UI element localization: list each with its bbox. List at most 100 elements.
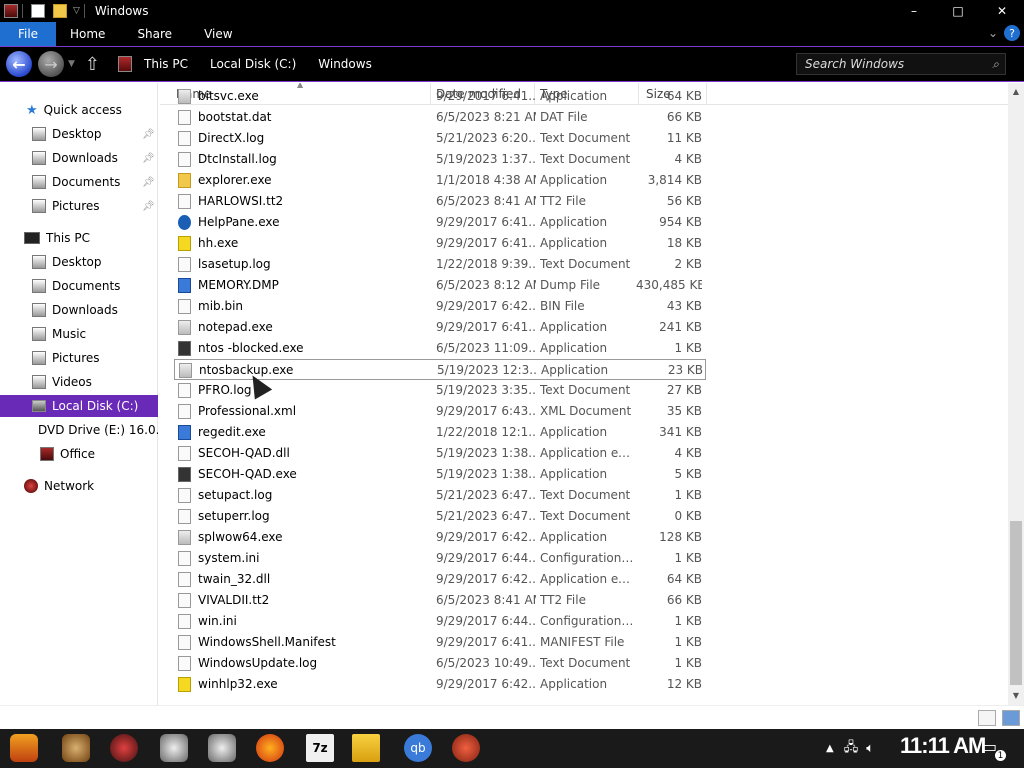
file-date: 9/29/2017 6:41... <box>436 320 536 334</box>
minimize-button[interactable]: – <box>892 0 936 22</box>
table-row[interactable]: setupact.log 5/21/2023 6:47... Text Docume… <box>174 485 706 506</box>
back-button[interactable]: ← <box>6 51 32 77</box>
table-row[interactable]: DtcInstall.log 5/19/2023 1:37... Text Docu… <box>174 149 706 170</box>
nav-office[interactable]: Office <box>40 443 95 465</box>
recent-locations-dropdown-icon[interactable]: ▼ <box>68 59 75 69</box>
table-row[interactable]: VIVALDII.tt2 6/5/2023 8:41 AM TT2 File 66 K… <box>174 590 706 611</box>
table-row[interactable]: win.ini 9/29/2017 6:44... Configuration se… <box>174 611 706 632</box>
file-size: 64 KB <box>666 89 702 103</box>
close-button[interactable]: ✕ <box>980 0 1024 22</box>
action-center-icon[interactable]: 1 ▭ <box>982 737 1006 761</box>
folder-app-icon[interactable] <box>4 4 18 18</box>
nav-pc-desktop[interactable]: Desktop <box>32 251 102 273</box>
properties-icon[interactable] <box>31 4 45 18</box>
scroll-down-button[interactable]: ▼ <box>1008 687 1024 703</box>
taskbar-app-icon[interactable] <box>452 734 480 762</box>
scroll-up-button[interactable]: ▲ <box>1008 83 1024 99</box>
music-icon <box>32 327 46 341</box>
expand-ribbon-icon[interactable]: ⌄ <box>988 26 998 40</box>
table-row[interactable]: DirectX.log 5/21/2023 6:20... Text Documen… <box>174 128 706 149</box>
nav-qa-documents[interactable]: Documents 📌︎ <box>32 171 158 193</box>
seven-zip-icon[interactable]: 7z <box>306 734 334 762</box>
table-row[interactable]: WindowsShell.Manifest 9/29/2017 6:41... MA… <box>174 632 706 653</box>
file-size: 27 KB <box>666 383 702 397</box>
table-row[interactable]: MEMORY.DMP 6/5/2023 8:12 AM Dump File 430,4… <box>174 275 706 296</box>
nav-local-disk[interactable]: Local Disk (C:) <box>0 395 158 417</box>
breadcrumb-windows[interactable]: Windows <box>318 57 372 71</box>
search-input[interactable]: Search Windows ⌕ <box>796 53 1006 75</box>
taskbar-app-icon[interactable] <box>110 734 138 762</box>
file-name: Professional.xml <box>198 404 297 418</box>
table-row[interactable]: splwow64.exe 9/29/2017 6:42... Application… <box>174 527 706 548</box>
qbittorrent-icon[interactable]: qb <box>404 734 432 762</box>
scroll-thumb[interactable] <box>1010 521 1022 685</box>
details-view-button[interactable] <box>978 710 996 726</box>
table-row[interactable]: notepad.exe 9/29/2017 6:41... Application 2… <box>174 317 706 338</box>
table-row[interactable]: HARLOWSI.tt2 6/5/2023 8:41 AM TT2 File 56 K… <box>174 191 706 212</box>
table-row[interactable]: SECOH-QAD.exe 5/19/2023 1:38... Applicatio… <box>174 464 706 485</box>
taskbar-app-icon[interactable] <box>62 734 90 762</box>
quick-access-dropdown-icon[interactable]: ▽ <box>73 6 80 16</box>
file-size: 5 KB <box>674 467 702 481</box>
network-tray-icon[interactable]: 🖧︎ <box>844 738 859 760</box>
table-row[interactable]: bitsvc.exe 9/29/2017 6:41... Application 64… <box>174 86 706 107</box>
table-row[interactable]: winhlp32.exe 9/29/2017 6:42... Application… <box>174 674 706 695</box>
table-row[interactable]: ntos -blocked.exe 6/5/2023 11:09... Applic… <box>174 338 706 359</box>
tab-view[interactable]: View <box>188 22 248 46</box>
table-row[interactable]: regedit.exe 1/22/2018 12:1... Application 3… <box>174 422 706 443</box>
nav-quick-access[interactable]: ★ Quick access <box>26 99 122 121</box>
nav-pc-pictures[interactable]: Pictures <box>32 347 100 369</box>
nav-pc-downloads[interactable]: Downloads <box>32 299 118 321</box>
tab-file[interactable]: File <box>0 22 56 46</box>
table-row[interactable]: HelpPane.exe 9/29/2017 6:41... Application… <box>174 212 706 233</box>
table-row[interactable]: setuperr.log 5/21/2023 6:47... Text Docume… <box>174 506 706 527</box>
search-icon[interactable]: ⌕ <box>992 57 999 72</box>
table-row[interactable]: system.ini 9/29/2017 6:44... Configuration… <box>174 548 706 569</box>
up-button[interactable]: ⇧ <box>85 54 100 75</box>
breadcrumb-this-pc[interactable]: This PC <box>144 57 188 71</box>
table-row[interactable]: twain_32.dll 9/29/2017 6:42... Application… <box>174 569 706 590</box>
tab-home[interactable]: Home <box>56 22 121 46</box>
nav-this-pc[interactable]: This PC <box>24 227 90 249</box>
file-type: Dump File <box>540 278 601 292</box>
file-size: 23 KB <box>667 363 703 377</box>
file-size: 35 KB <box>666 404 702 418</box>
start-button[interactable] <box>10 734 38 762</box>
table-row[interactable]: WindowsUpdate.log 6/5/2023 10:49... Text D… <box>174 653 706 674</box>
taskbar-app-icon[interactable] <box>160 734 188 762</box>
volume-icon[interactable]: 🔈︎ <box>866 741 874 756</box>
nav-qa-downloads[interactable]: Downloads 📌︎ <box>32 147 158 169</box>
table-row[interactable]: mib.bin 9/29/2017 6:42... BIN File 43 KB <box>174 296 706 317</box>
help-icon[interactable]: ? <box>1004 25 1020 41</box>
table-row[interactable]: hh.exe 9/29/2017 6:41... Application 18 KB <box>174 233 706 254</box>
forward-button[interactable]: → <box>38 51 64 77</box>
breadcrumb-local-disk[interactable]: Local Disk (C:) <box>210 57 296 71</box>
table-row[interactable]: explorer.exe 1/1/2018 4:38 AM Application 3… <box>174 170 706 191</box>
table-row[interactable]: lsasetup.log 1/22/2018 9:39... Text Docume… <box>174 254 706 275</box>
table-row[interactable]: bootstat.dat 6/5/2023 8:21 AM DAT File 66 K… <box>174 107 706 128</box>
tab-share[interactable]: Share <box>121 22 188 46</box>
nav-qa-desktop[interactable]: Desktop 📌︎ <box>32 123 158 145</box>
nav-pc-videos[interactable]: Videos <box>32 371 92 393</box>
clock[interactable]: 11:11 AM <box>900 733 986 759</box>
file-date: 5/19/2023 3:35... <box>436 383 536 397</box>
vertical-scrollbar[interactable]: ▲ ▼ <box>1008 83 1024 705</box>
large-icons-view-button[interactable] <box>1002 710 1020 726</box>
nav-network[interactable]: Network <box>24 475 94 497</box>
taskbar-app-icon[interactable] <box>208 734 236 762</box>
firefox-icon[interactable] <box>256 734 284 762</box>
table-row[interactable]: Professional.xml 9/29/2017 6:43... XML Doc… <box>174 401 706 422</box>
column-divider[interactable] <box>706 83 707 105</box>
nav-pc-music[interactable]: Music <box>32 323 86 345</box>
location-icon <box>118 56 133 72</box>
nav-dvd-drive[interactable]: DVD Drive (E:) 16.0. <box>32 419 158 441</box>
new-folder-icon[interactable] <box>53 4 67 18</box>
file-size: 1 KB <box>674 656 702 670</box>
maximize-button[interactable]: □ <box>936 0 980 22</box>
show-hidden-icons-icon[interactable]: ▲ <box>826 743 834 754</box>
file-size: 1 KB <box>674 488 702 502</box>
nav-qa-pictures[interactable]: Pictures 📌︎ <box>32 195 158 217</box>
table-row[interactable]: SECOH-QAD.dll 5/19/2023 1:38... Applicatio… <box>174 443 706 464</box>
nav-pc-documents[interactable]: Documents <box>32 275 120 297</box>
file-explorer-icon[interactable] <box>352 734 380 762</box>
